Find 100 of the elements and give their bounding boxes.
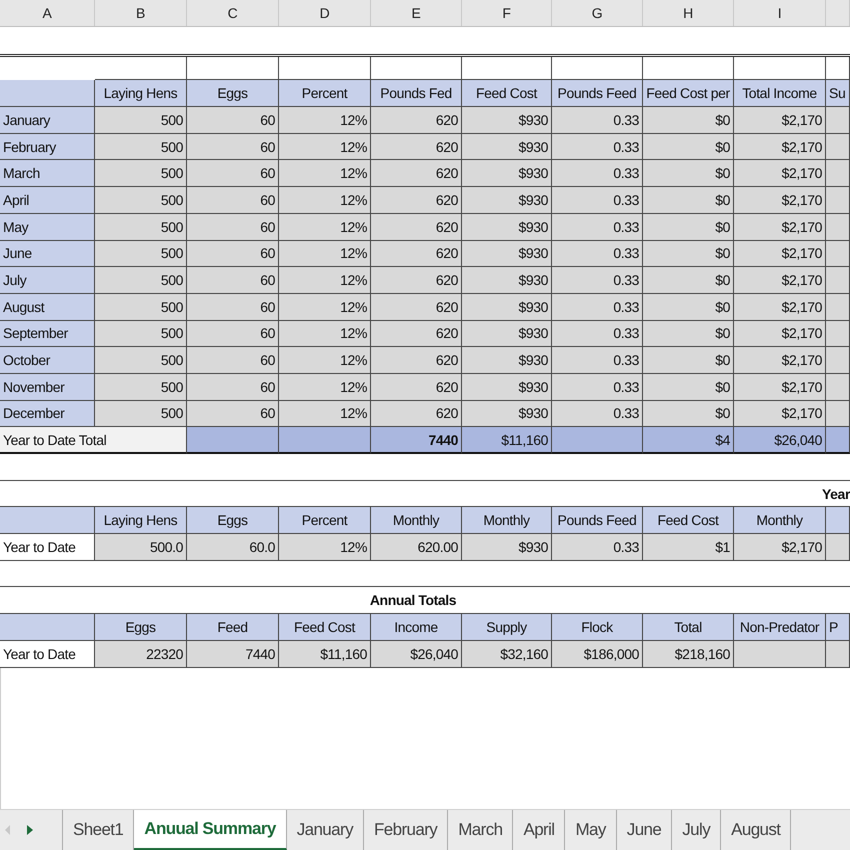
table-cell: $2,170 (734, 320, 826, 348)
table-cell: $0 (643, 214, 734, 240)
table-cell: 500 (95, 400, 187, 428)
table-cell (826, 187, 850, 214)
column-heading: Monthly (462, 507, 552, 534)
column-heading: Eggs (187, 507, 279, 534)
table-cell: 0.33 (552, 160, 643, 188)
table-cell (826, 214, 850, 240)
row-label: October (0, 347, 95, 374)
table-cell: $0 (643, 294, 734, 321)
sheet-tab[interactable]: May (565, 810, 617, 850)
table-cell: $1 (643, 534, 734, 561)
table-cell: $0 (643, 107, 734, 134)
column-heading: Non-Predator (734, 614, 826, 641)
column-heading: Feed Cost (462, 80, 552, 108)
table-cell: $2,170 (734, 374, 826, 401)
table-cell: 12% (279, 134, 371, 160)
table-cell: 12% (279, 267, 371, 294)
table-cell: $26,040 (734, 427, 826, 454)
column-heading: Eggs (95, 614, 187, 641)
table-cell: $32,160 (462, 640, 552, 668)
row-label: December (0, 400, 95, 428)
sheet-tab[interactable]: February (364, 810, 448, 850)
table-cell: 620 (371, 294, 462, 321)
table-cell: 60 (187, 107, 279, 134)
table-cell: $930 (462, 534, 552, 561)
table-cell: $2,170 (734, 347, 826, 374)
column-header[interactable]: I (734, 0, 826, 26)
table-cell: 60 (187, 134, 279, 160)
table-cell: 500 (95, 240, 187, 268)
table-cell: 60.0 (187, 534, 279, 561)
table-cell: 60 (187, 240, 279, 268)
table-cell: $2,170 (734, 107, 826, 134)
row-label: June (0, 240, 95, 268)
table-cell: 22320 (95, 640, 187, 668)
sheet-tab[interactable]: April (513, 810, 566, 850)
table-cell: 12% (279, 107, 371, 134)
table-cell: 500 (95, 294, 187, 321)
table-cell: $930 (462, 400, 552, 428)
table-cell: $4 (643, 427, 734, 454)
column-heading: Feed Cost (643, 507, 734, 534)
table-cell: 60 (187, 214, 279, 240)
column-heading: Pounds Fed (371, 80, 462, 108)
table-cell: 12% (279, 400, 371, 428)
column-heading: Feed Cost per (643, 80, 734, 108)
table-cell: $930 (462, 134, 552, 160)
column-header[interactable]: D (279, 0, 371, 26)
column-heading: Flock (552, 614, 643, 641)
table-cell: $930 (462, 267, 552, 294)
table-cell: $0 (643, 374, 734, 401)
table-cell: 0.33 (552, 534, 643, 561)
column-heading: Feed (187, 614, 279, 641)
row-label: September (0, 320, 95, 348)
table-cell: 60 (187, 187, 279, 214)
column-header[interactable]: A (0, 0, 95, 26)
table-cell (826, 374, 850, 401)
row-label: Year to Date (0, 534, 95, 561)
table-cell: 620 (371, 267, 462, 294)
table-cell: $2,170 (734, 240, 826, 268)
sheet-tab[interactable]: August (721, 810, 792, 850)
table-cell: 60 (187, 294, 279, 321)
table-cell: 620 (371, 187, 462, 214)
row-label: May (0, 214, 95, 240)
row-label: April (0, 187, 95, 214)
table-cell: $0 (643, 267, 734, 294)
table-cell: $11,160 (279, 640, 371, 668)
table-cell: 7440 (187, 640, 279, 668)
column-header[interactable]: C (187, 0, 279, 26)
scroll-right-icon[interactable] (26, 824, 34, 836)
column-header[interactable]: F (462, 0, 552, 26)
table-cell: 12% (279, 374, 371, 401)
table-cell: 0.33 (552, 267, 643, 294)
column-heading: Eggs (187, 80, 279, 108)
table-cell: 12% (279, 320, 371, 348)
sheet-tab[interactable]: March (448, 810, 514, 850)
table-cell: $218,160 (643, 640, 734, 668)
row-label: February (0, 134, 95, 160)
sheet-tab[interactable]: July (672, 810, 722, 850)
sheet-tab[interactable]: Anuual Summary (134, 810, 287, 850)
sheet-tab[interactable]: June (616, 810, 672, 850)
table-cell (826, 294, 850, 321)
table-cell: 500.0 (95, 534, 187, 561)
table-cell: $930 (462, 320, 552, 348)
column-header[interactable]: H (643, 0, 734, 26)
table-cell: $26,040 (371, 640, 462, 668)
table-cell: $930 (462, 294, 552, 321)
column-header[interactable]: B (95, 0, 187, 26)
row-label: July (0, 267, 95, 294)
column-header[interactable]: E (371, 0, 462, 26)
table-cell: $930 (462, 214, 552, 240)
column-heading: Percent (279, 507, 371, 534)
sheet-tab[interactable]: January (286, 810, 364, 850)
scroll-left-icon[interactable] (4, 824, 12, 836)
row-label: Year to Date (0, 640, 95, 668)
table-cell: $2,170 (734, 400, 826, 428)
column-heading: Feed Cost (279, 614, 371, 641)
column-heading: Supply (462, 614, 552, 641)
section-title: Annual Totals (368, 591, 458, 610)
column-header[interactable]: G (552, 0, 643, 26)
table-cell: 500 (95, 214, 187, 240)
